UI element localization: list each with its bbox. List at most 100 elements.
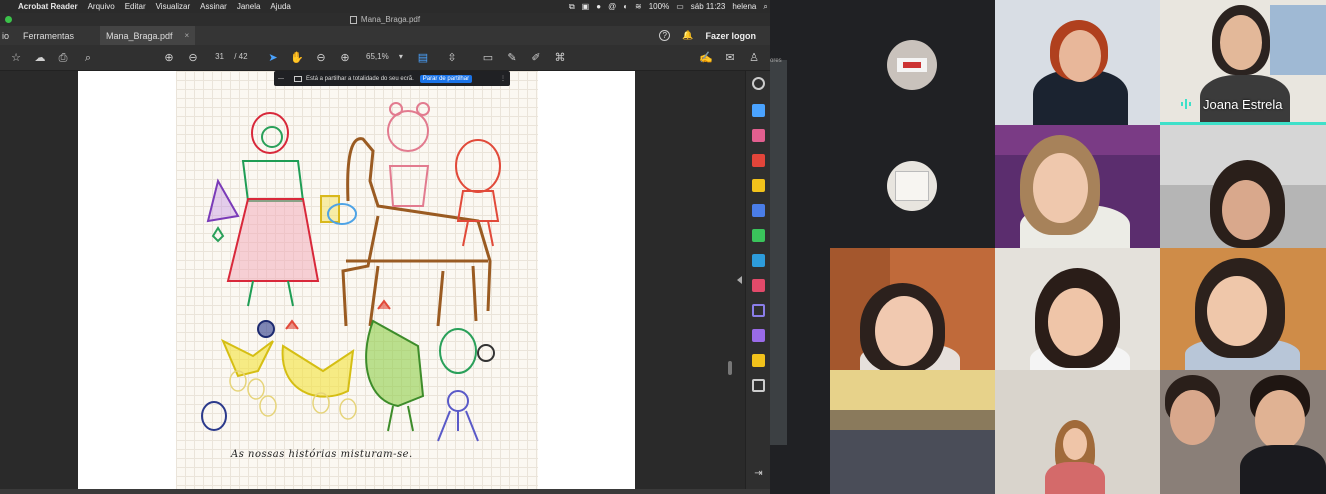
page-number-input[interactable]: 31 xyxy=(210,52,224,61)
video-tile-classroom[interactable] xyxy=(830,370,995,494)
menu-editar[interactable]: Editar xyxy=(125,2,146,11)
video-tile-family[interactable] xyxy=(995,370,1160,494)
menu-janela[interactable]: Janela xyxy=(237,2,261,11)
window-zoom-button[interactable] xyxy=(5,16,12,23)
rail-expand-icon[interactable]: ⇥ xyxy=(752,467,765,480)
help-icon[interactable]: ? xyxy=(659,30,671,41)
rail-scan-icon[interactable] xyxy=(752,254,765,267)
upload-cloud-icon[interactable]: ☁ xyxy=(33,51,47,65)
video-status-icon[interactable]: ▣ xyxy=(582,2,590,11)
collapse-rail-icon[interactable] xyxy=(737,276,742,284)
pdf-file-icon xyxy=(349,15,357,24)
audio-level-icon xyxy=(1181,99,1191,109)
close-tab-icon[interactable]: × xyxy=(185,31,190,40)
rail-search-icon[interactable] xyxy=(752,77,765,90)
rail-more-tools-icon[interactable] xyxy=(752,379,765,392)
rail-combine-icon[interactable] xyxy=(752,204,765,217)
zoom-out-icon[interactable]: ⊖ xyxy=(314,51,328,65)
participant-avatar xyxy=(887,40,937,90)
highlight-pen-icon[interactable]: ✎ xyxy=(505,51,519,65)
add-user-icon[interactable]: ♙ xyxy=(747,51,761,65)
minimize-banner-icon[interactable]: — xyxy=(274,76,288,82)
scroll-mode-icon[interactable]: ⇳ xyxy=(445,51,459,65)
tab-document-label: Mana_Braga.pdf xyxy=(106,30,173,41)
video-tile-boys[interactable] xyxy=(1160,370,1326,494)
participant-name-label: Joana Estrela xyxy=(1203,97,1283,112)
rail-fill-sign-icon[interactable] xyxy=(752,279,765,292)
battery-icon[interactable]: ▭ xyxy=(676,2,684,11)
window-title: Mana_Braga.pdf xyxy=(360,15,421,24)
rail-export-pdf-icon[interactable] xyxy=(752,104,765,117)
more-options-icon[interactable]: ⋮ xyxy=(500,75,506,82)
rail-create-pdf-icon[interactable] xyxy=(752,154,765,167)
stop-sharing-button[interactable]: Parar de partilhar xyxy=(419,74,473,83)
menu-assinar[interactable]: Assinar xyxy=(200,2,227,11)
blue-egg xyxy=(201,401,227,431)
fit-page-icon[interactable]: ▤ xyxy=(416,51,430,65)
rail-comment-icon[interactable] xyxy=(752,179,765,192)
page-up-icon[interactable]: ⊕ xyxy=(162,51,176,65)
print-icon[interactable]: ⎙ xyxy=(56,51,70,65)
document-viewport[interactable]: As nossas histórias misturam-se. — Está … xyxy=(0,71,745,489)
video-tile-teacher[interactable] xyxy=(995,0,1160,125)
video-tile-child-5[interactable] xyxy=(1160,248,1326,370)
wifi-icon[interactable]: ≋ xyxy=(635,2,642,11)
rail-organize-icon[interactable] xyxy=(752,229,765,242)
menu-app-name[interactable]: Acrobat Reader xyxy=(18,2,78,11)
rail-send-icon[interactable] xyxy=(752,354,765,367)
macos-menubar: Acrobat Reader Arquivo Editar Visualizar… xyxy=(0,0,790,13)
page-down-icon[interactable]: ⊖ xyxy=(186,51,200,65)
microphone-icon[interactable]: ● xyxy=(596,2,601,11)
meet-preview-strip xyxy=(770,60,787,445)
screen: Acrobat Reader Arquivo Editar Visualizar… xyxy=(0,0,1326,494)
window-bottom-edge xyxy=(0,489,770,494)
screen-share-banner: — Está a partilhar a totalidade do seu e… xyxy=(274,71,510,86)
screen-share-icon[interactable]: ⧉ xyxy=(569,2,575,12)
moon-icon[interactable]: ◐ xyxy=(623,2,628,11)
rail-protect-icon[interactable] xyxy=(752,304,765,317)
menubar-clock[interactable]: sáb 11:23 xyxy=(691,2,726,11)
rail-edit-pdf-icon[interactable] xyxy=(752,129,765,142)
pdf-page[interactable]: As nossas histórias misturam-se. xyxy=(78,71,635,489)
battery-percent: 100% xyxy=(648,2,670,11)
menu-arquivo[interactable]: Arquivo xyxy=(88,2,115,11)
video-tile-child-1[interactable] xyxy=(995,125,1160,248)
zoom-search-icon[interactable]: ⌕ xyxy=(81,51,95,65)
video-tile-child-3[interactable] xyxy=(830,248,995,370)
zoom-level[interactable]: 65,1% ▾ xyxy=(366,52,403,61)
comment-icon[interactable]: ▭ xyxy=(481,51,495,65)
select-cursor-icon[interactable]: ➤ xyxy=(266,51,280,65)
red-child-figure xyxy=(455,139,501,247)
stamp-icon[interactable]: ⌘ xyxy=(553,51,567,65)
menu-visualizar[interactable]: Visualizar xyxy=(156,2,191,11)
window-titlebar: Mana_Braga.pdf xyxy=(0,13,770,26)
sign-pen-icon[interactable]: ✍ xyxy=(699,51,713,65)
at-icon[interactable]: @ xyxy=(608,2,616,11)
vertical-scrollbar[interactable] xyxy=(727,71,733,489)
menubar-user[interactable]: helena xyxy=(732,2,756,11)
spotlight-search-icon[interactable]: ⌕ xyxy=(763,2,767,12)
bell-icon[interactable]: 🔔 xyxy=(682,30,693,41)
drawing-caption: As nossas histórias misturam-se. xyxy=(231,449,413,460)
share-banner-text: Está a partilhar a totalidade do seu ecr… xyxy=(306,75,414,82)
video-tile-child-4[interactable] xyxy=(995,248,1160,370)
login-button[interactable]: Fazer logon xyxy=(705,31,756,41)
tab-home[interactable]: io xyxy=(0,26,15,45)
tab-document[interactable]: Mana_Braga.pdf × xyxy=(100,26,195,45)
hand-tool-icon[interactable]: ✋ xyxy=(290,51,304,65)
tab-bar: io Ferramentas Mana_Braga.pdf × ? 🔔 Faze… xyxy=(0,26,770,45)
video-tile-avatar-1[interactable] xyxy=(830,0,995,125)
star-icon[interactable]: ☆ xyxy=(9,51,23,65)
screen-share-banner-icon xyxy=(294,75,302,82)
yellow-bird-1 xyxy=(221,320,275,378)
menu-ajuda[interactable]: Ajuda xyxy=(270,2,290,11)
mail-icon[interactable]: ✉ xyxy=(723,51,737,65)
video-tile-child-2[interactable] xyxy=(1160,125,1326,248)
page-indicator: 31 / 42 xyxy=(210,52,247,61)
video-tile-avatar-2[interactable] xyxy=(830,125,995,248)
scrollbar-thumb[interactable] xyxy=(728,361,732,375)
zoom-in-icon[interactable]: ⊕ xyxy=(338,51,352,65)
draw-icon[interactable]: ✐ xyxy=(529,51,543,65)
rail-sign-icon[interactable] xyxy=(752,329,765,342)
tab-ferramentas[interactable]: Ferramentas xyxy=(17,26,80,45)
